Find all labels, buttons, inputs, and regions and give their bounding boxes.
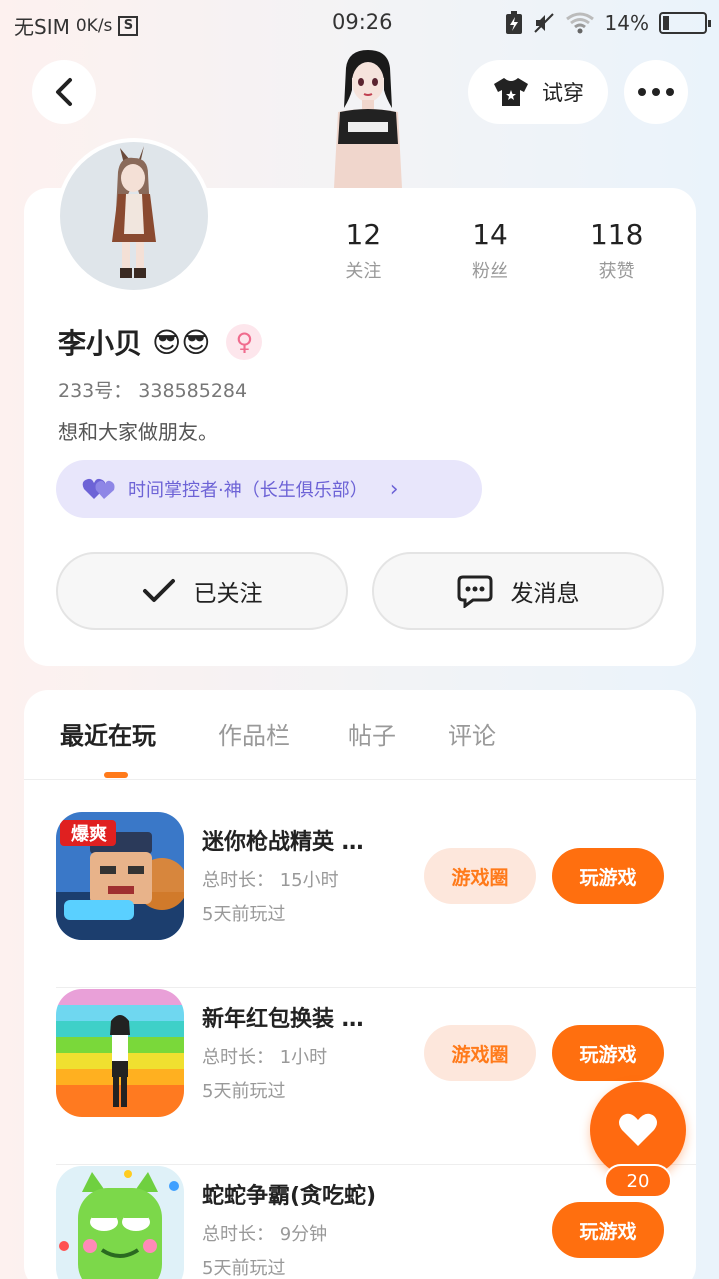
game-icon[interactable]: 爆爽 (56, 812, 184, 940)
stat-value: 118 (589, 218, 644, 251)
back-button[interactable] (32, 60, 96, 124)
more-options-button[interactable] (624, 60, 688, 124)
stat-value: 12 (345, 218, 382, 251)
carrier-text: 无SIM (14, 15, 70, 39)
user-id: 233号： 338585284 (58, 380, 248, 402)
tab-posts[interactable]: 帖子 (348, 716, 396, 751)
stat-label: 获赞 (598, 261, 635, 282)
play-game-button[interactable]: 玩游戏 (552, 1202, 664, 1258)
play-game-button[interactable]: 玩游戏 (552, 1025, 664, 1081)
game-circle-button[interactable]: 游戏圈 (424, 1025, 536, 1081)
profile-stats: 12 关注 14 粉丝 118 获赞 (300, 218, 680, 283)
tab-recently-played[interactable]: 最近在玩 (60, 716, 156, 751)
check-icon (142, 579, 175, 602)
like-count-badge: 20 (604, 1164, 672, 1198)
name-row: 李小贝 😎😎 ♀ (58, 322, 263, 362)
game-circle-button[interactable]: 游戏圈 (424, 848, 536, 904)
more-dots-icon (638, 88, 674, 96)
stat-likes[interactable]: 118 获赞 (553, 218, 680, 283)
battery-icon (659, 12, 711, 34)
game-title: 新年红包换装 … (202, 1007, 364, 1032)
game-icon-badge: 爆爽 (71, 824, 107, 845)
avatar[interactable] (56, 138, 212, 294)
game-last-played: 5天前玩过 (202, 1081, 286, 1102)
send-message-label: 发消息 (510, 581, 580, 607)
game-last-played: 5天前玩过 (202, 904, 286, 925)
status-bar: 无SIM 0K/s S 09:26 14% (0, 0, 719, 46)
stat-label: 关注 (345, 261, 382, 282)
play-game-button[interactable]: 玩游戏 (552, 848, 664, 904)
avatar-character (112, 146, 156, 278)
tshirt-icon (494, 78, 528, 106)
status-right: 14% (505, 11, 711, 35)
sim-icon: S (118, 15, 139, 36)
game-icon-art (56, 989, 184, 1117)
double-heart-icon (82, 478, 115, 499)
game-title: 迷你枪战精英 … (202, 830, 364, 855)
battery-fill (663, 16, 669, 30)
user-bio: 想和大家做朋友。 (58, 420, 218, 444)
stat-label: 粉丝 (472, 261, 508, 282)
user-name: 李小贝 (58, 327, 143, 360)
try-on-button[interactable]: 试穿 (468, 60, 608, 124)
game-duration: 总时长： 9分钟 (202, 1224, 328, 1245)
tab-comments[interactable]: 评论 (448, 716, 496, 751)
list-item[interactable]: 蛇蛇争霸(贪吃蛇) 总时长： 9分钟 5天前玩过 玩游戏 (56, 1166, 696, 1279)
tab-works[interactable]: 作品栏 (218, 716, 290, 751)
mute-icon (533, 13, 554, 33)
heart-icon (619, 1113, 657, 1146)
followed-button[interactable]: 已关注 (56, 552, 348, 630)
list-item[interactable]: 爆爽 迷你枪战精英 … 总时长： 15小时 5天前玩过 游戏圈 玩游戏 (56, 812, 696, 988)
send-message-button[interactable]: 发消息 (372, 552, 664, 630)
followed-label: 已关注 (193, 581, 263, 607)
club-badge-label: 时间掌控者·神（长生俱乐部） (128, 480, 368, 501)
status-time: 09:26 (332, 10, 393, 34)
club-badge[interactable]: 时间掌控者·神（长生俱乐部） › (56, 460, 482, 518)
chat-bubble-icon (457, 575, 492, 608)
game-duration: 总时长： 1小时 (202, 1047, 328, 1068)
game-last-played: 5天前玩过 (202, 1258, 286, 1279)
chevron-left-icon (56, 78, 72, 106)
network-speed: 0K/s (75, 15, 113, 36)
content-card: 最近在玩 作品栏 帖子 评论 爆爽 迷你枪战精英 … 总时长： 15小时 5天前… (24, 690, 696, 1279)
game-icon[interactable] (56, 1166, 184, 1279)
content-tabs: 最近在玩 作品栏 帖子 评论 (24, 690, 696, 780)
chevron-right-icon: › (389, 476, 399, 502)
game-icon-art (56, 1166, 184, 1279)
active-tab-indicator (104, 772, 128, 778)
female-icon: ♀ (226, 324, 263, 360)
game-duration: 总时长： 15小时 (202, 870, 339, 891)
game-icon[interactable] (56, 989, 184, 1117)
charging-icon (505, 11, 522, 34)
battery-percent: 14% (604, 11, 649, 35)
try-on-label: 试穿 (542, 81, 584, 105)
name-emojis: 😎😎 (152, 325, 211, 359)
game-title: 蛇蛇争霸(贪吃蛇) (202, 1184, 377, 1209)
stat-followers[interactable]: 14 粉丝 (427, 218, 554, 283)
character-3d-preview[interactable] (318, 48, 418, 188)
wifi-icon (565, 12, 594, 34)
status-left: 无SIM 0K/s S (14, 11, 139, 40)
stat-value: 14 (472, 218, 508, 251)
stat-following[interactable]: 12 关注 (300, 218, 427, 283)
